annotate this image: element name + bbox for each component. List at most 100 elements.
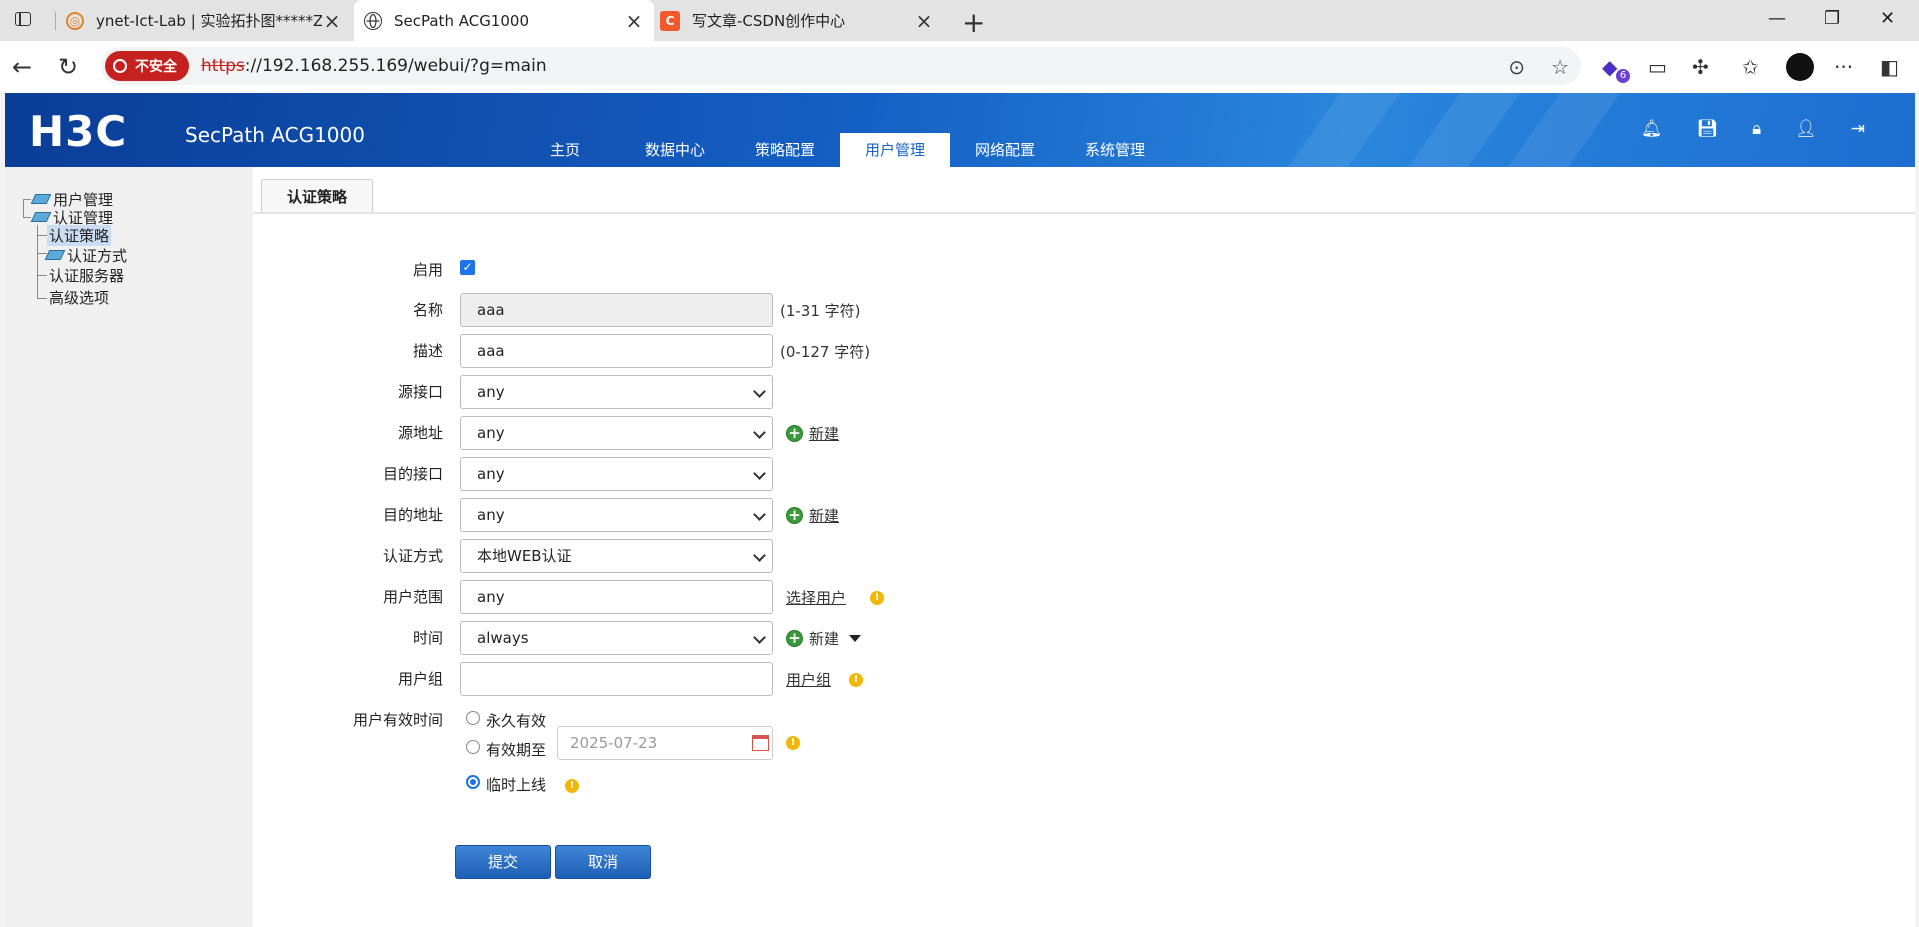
time-select[interactable]: always [460,621,773,655]
monitor-icon[interactable]: ▭ [1648,55,1667,79]
info-warning-icon[interactable]: ! [849,672,864,687]
menu-user-management[interactable]: 用户管理 [840,133,950,167]
globe-icon [364,11,382,30]
tree-auth-server[interactable]: 认证服务器 [49,265,124,285]
refresh-icon[interactable]: ↻ [58,53,78,81]
browser-tab-ict-lab[interactable]: ◎ ynet-Ict-Lab | 实验拓扑图*****Zh × [62,0,352,41]
row-destination-address: 目的地址 any + 新建 [253,498,1253,532]
user-group-input[interactable] [460,662,773,696]
folder-icon [30,212,52,222]
tab-title: 写文章-CSDN创作中心 [692,12,846,30]
row-description: 描述 aaa (0-127 字符) [253,334,1253,368]
plus-circle-icon: + [786,425,803,442]
browser-tabstrip: ◎ ynet-Ict-Lab | 实验拓扑图*****Zh × SecPath … [0,0,1919,41]
plus-circle-icon: + [786,630,803,647]
tab-auth-policy[interactable]: 认证策略 [261,179,373,213]
close-tab-icon[interactable]: × [624,9,644,33]
save-icon[interactable]: 💾︎ [1697,119,1719,139]
logout-icon[interactable]: ⇥ [1851,119,1865,139]
close-tab-icon[interactable]: × [914,9,934,33]
source-address-label: 源地址 [397,424,443,442]
caret-down-icon[interactable] [849,635,862,642]
row-user-scope: 用户范围 any 选择用户 ! [253,580,1253,614]
close-tab-icon[interactable]: × [322,9,342,33]
info-warning-icon[interactable]: ! [565,779,579,793]
submit-button[interactable]: 提交 [455,845,551,879]
ict-lab-icon: ◎ [66,11,84,30]
security-badge[interactable]: 不安全 [105,51,189,81]
menu-data-center[interactable]: 数据中心 [620,133,730,167]
radio-temporary-online-label: 临时上线 [486,776,547,794]
profile-avatar[interactable] [1786,53,1814,81]
browser-toolbar: ← ↻ 不安全 https://192.168.255.169/webui/?g… [0,41,1919,93]
read-aloud-icon[interactable]: ⊙ [1508,55,1525,79]
product-name: SecPath ACG1000 [185,123,365,147]
favorite-star-icon[interactable]: ☆ [1551,55,1569,79]
user-group-label: 用户组 [397,670,443,688]
back-icon[interactable]: ← [12,53,32,81]
new-destination-address-button[interactable]: + 新建 [786,505,839,526]
sidebar-toggle-icon[interactable]: ◧ [1880,55,1899,79]
auth-method-label: 认证方式 [382,547,443,565]
destination-address-label: 目的地址 [382,506,443,524]
browser-tab-csdn[interactable]: C 写文章-CSDN创作中心 × [656,0,944,41]
url-rest: ://192.168.255.169/webui/?g=main [244,56,547,76]
tree-advanced-options[interactable]: 高级选项 [49,287,109,307]
new-source-address-button[interactable]: + 新建 [786,423,839,444]
user-icon[interactable]: 👤︎ [1795,119,1817,139]
new-time-button[interactable]: + 新建 [786,628,862,649]
description-input[interactable]: aaa [460,334,773,368]
info-warning-icon[interactable]: ! [786,736,800,750]
radio-permanent-label: 永久有效 [486,712,547,730]
url-scheme: https [201,56,245,76]
menu-policy[interactable]: 策略配置 [730,133,840,167]
menu-system[interactable]: 系统管理 [1060,133,1170,167]
extension-badge: 6 [1616,69,1630,83]
radio-valid-until[interactable] [466,740,480,754]
favorites-icon[interactable]: ✩ [1742,55,1759,79]
sidebar: 用户管理 认证管理 认证策略 认证方式 认证服务器 高级选项 [5,167,253,927]
tab-underline [253,212,1915,214]
source-interface-label: 源接口 [397,383,443,401]
calendar-icon[interactable] [752,735,769,751]
puzzle-extensions-icon[interactable]: ✣ [1692,55,1709,79]
description-label: 描述 [412,342,443,360]
name-input[interactable]: aaa [460,293,773,327]
security-label: 不安全 [135,59,177,75]
row-time: 时间 always + 新建 [253,621,1253,655]
radio-permanent[interactable] [466,711,480,725]
restore-icon[interactable]: ❐ [1824,8,1840,29]
enable-checkbox[interactable]: ✓ [460,260,475,275]
user-group-link[interactable]: 用户组 ! [786,669,864,690]
address-bar[interactable]: 不安全 https://192.168.255.169/webui/?g=mai… [101,47,1581,85]
user-scope-input[interactable]: any [460,580,773,614]
new-tab-icon[interactable]: + [962,6,985,39]
minimize-icon[interactable]: — [1768,8,1786,29]
menu-network[interactable]: 网络配置 [950,133,1060,167]
tree-auth-method[interactable]: 认证方式 [44,245,127,265]
menu-home[interactable]: 主页 [510,133,620,167]
lock-icon[interactable]: 🔒︎ [1752,119,1761,139]
header-actions: 🔔︎ 💾︎ 🔒︎ 👤︎ ⇥ [1641,119,1865,139]
info-warning-icon[interactable]: ! [870,590,885,605]
row-auth-method: 认证方式 本地WEB认证 [253,539,1253,573]
tab-actions-icon[interactable] [10,9,38,31]
bell-icon[interactable]: 🔔︎ [1641,119,1663,139]
destination-address-select[interactable]: any [460,498,773,532]
radio-temporary-online[interactable] [466,775,480,789]
auth-method-select[interactable]: 本地WEB认证 [460,539,773,573]
cancel-button[interactable]: 取消 [555,845,651,879]
expiry-date-input[interactable]: 2025-07-23 [557,726,773,760]
address-bar-actions: ⊙ ☆ [1508,55,1569,79]
url-text[interactable]: https://192.168.255.169/webui/?g=main [201,56,547,76]
source-address-select[interactable]: any [460,416,773,450]
select-user-link[interactable]: 选择用户 ! [786,587,885,608]
browser-tab-secpath[interactable]: SecPath ACG1000 × [354,0,654,41]
close-window-icon[interactable]: ✕ [1880,8,1895,29]
tree-auth-policy[interactable]: 认证策略 [47,224,112,246]
destination-interface-select[interactable]: any [460,457,773,491]
source-interface-select[interactable]: any [460,375,773,409]
row-user-group: 用户组 用户组 ! [253,662,1253,696]
more-menu-icon[interactable]: ··· [1834,55,1853,79]
row-actions: 提交 取消 [253,845,1253,879]
